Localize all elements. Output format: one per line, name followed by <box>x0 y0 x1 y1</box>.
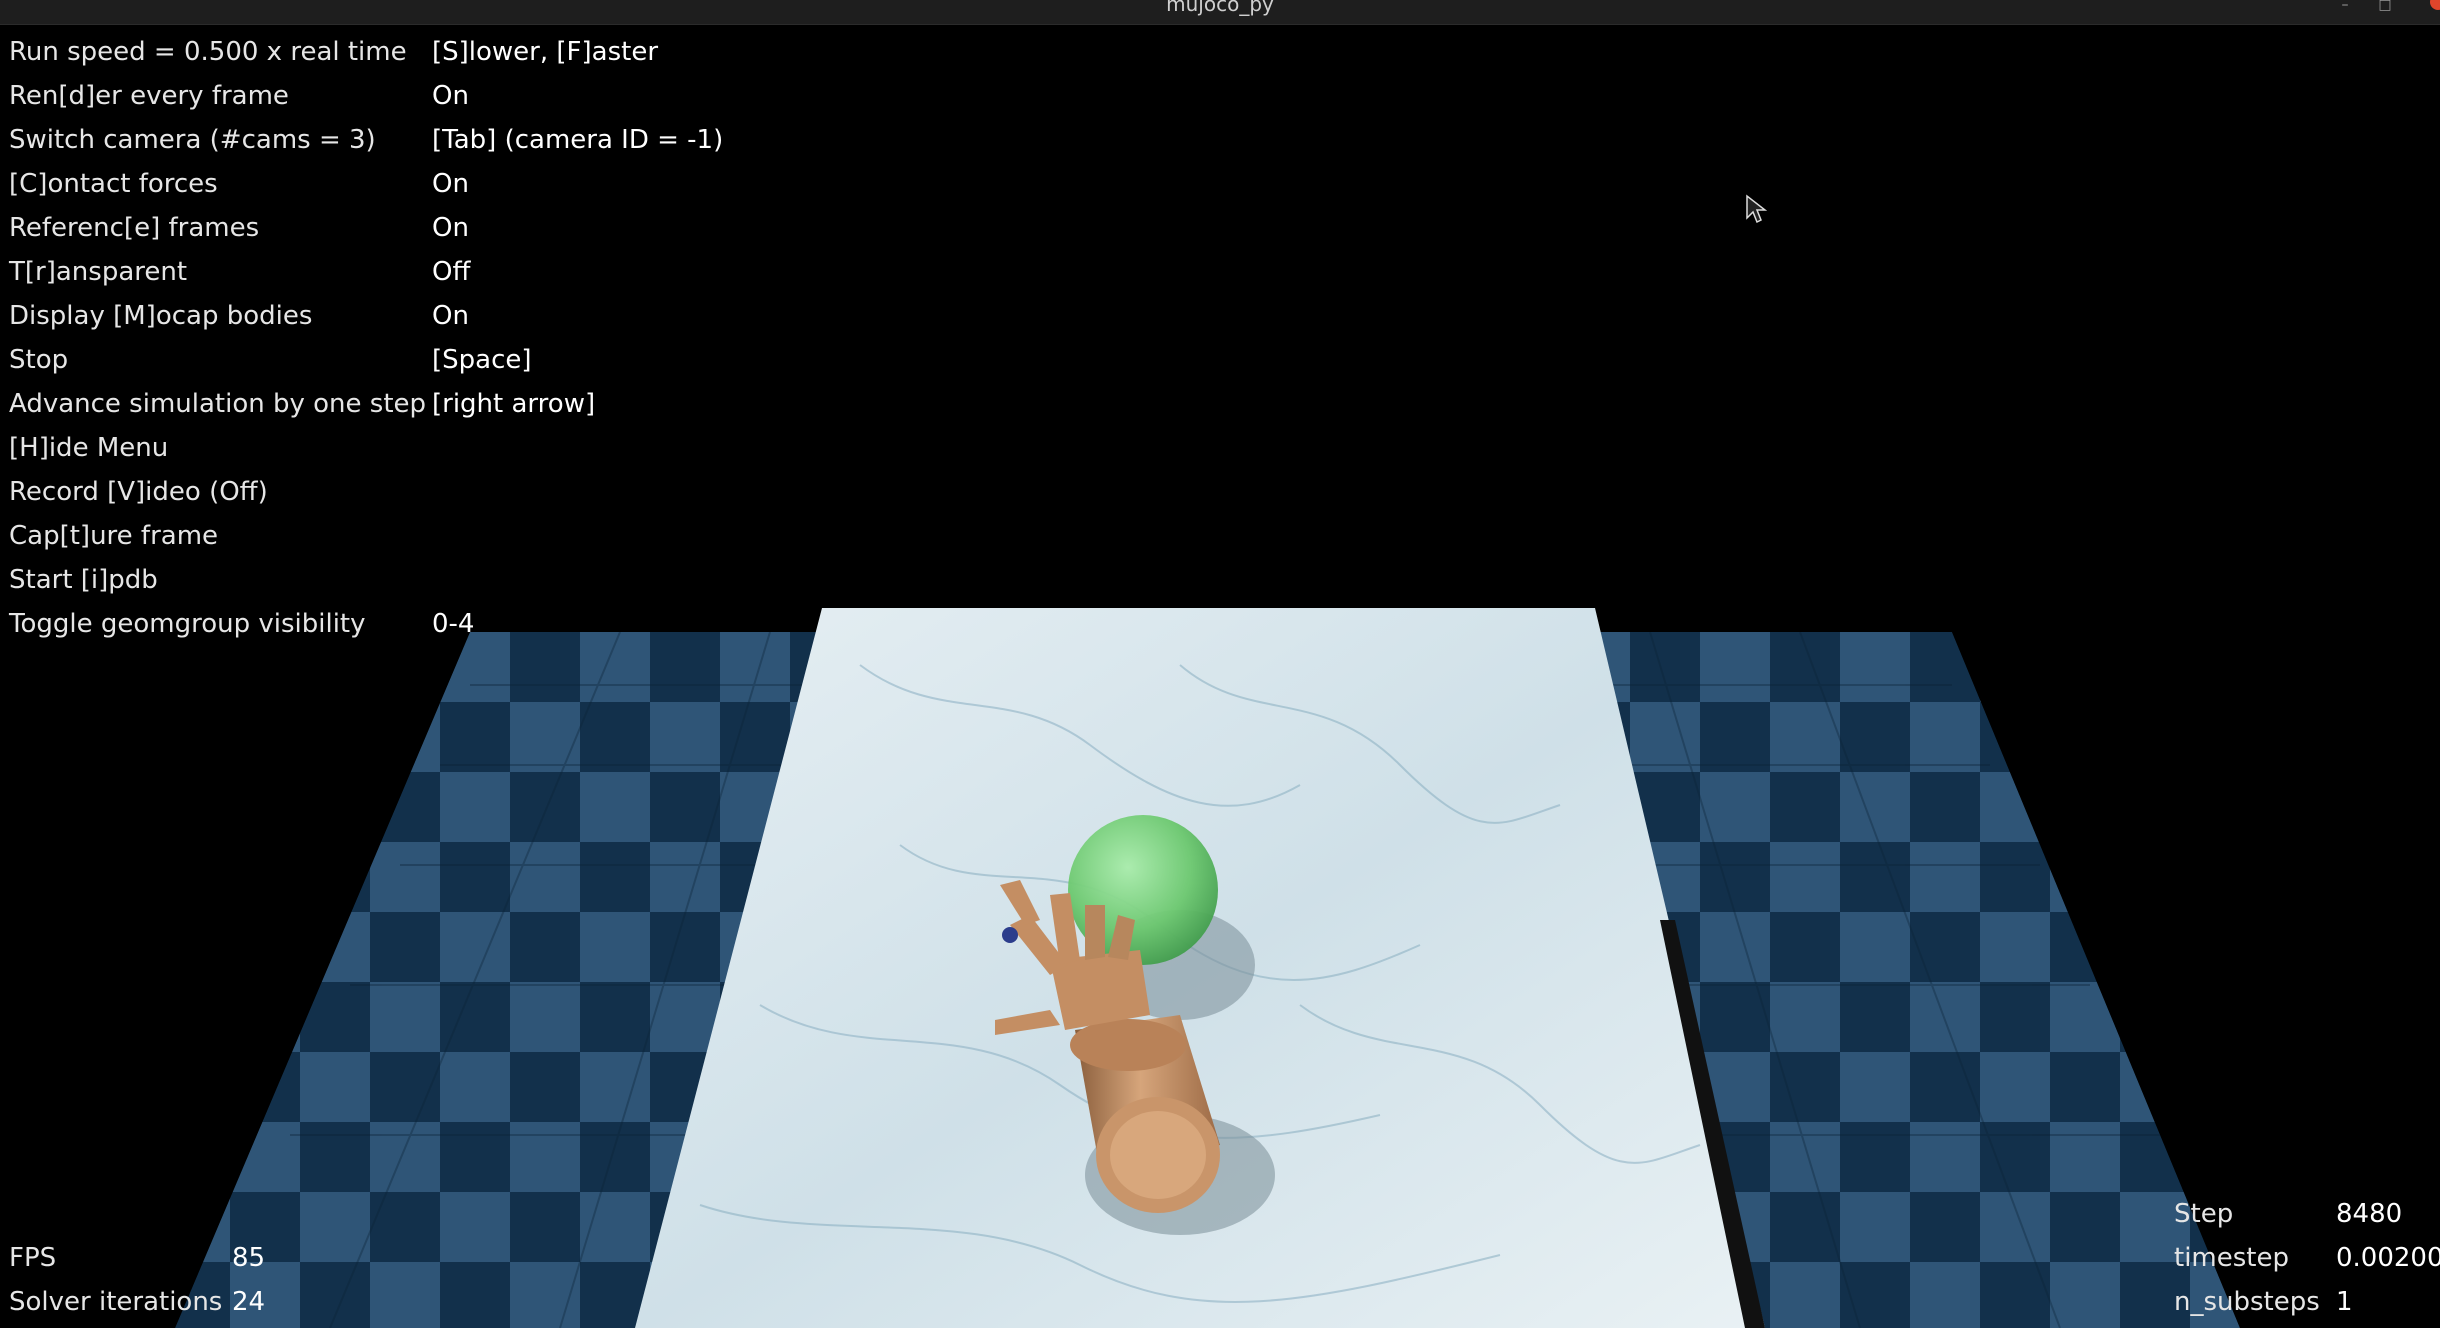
menu-key: [H]ide Menu <box>9 433 169 463</box>
minimize-icon[interactable]: – <box>2330 0 2360 20</box>
menu-key: Record [V]ideo (Off) <box>9 477 268 507</box>
solver-label: Solver iterations <box>9 1287 223 1317</box>
window-title: mujoco_py <box>1166 0 1274 16</box>
menu-value: Off <box>432 257 471 287</box>
step-value: 8480 <box>2336 1199 2403 1229</box>
menu-value: 0-4 <box>432 609 475 639</box>
fps-label: FPS <box>9 1243 57 1273</box>
menu-value: [Tab] (camera ID = -1) <box>432 125 724 155</box>
fps-value: 85 <box>232 1243 266 1273</box>
substeps-label: n_substeps <box>2174 1287 2320 1317</box>
menu-value: On <box>432 169 469 199</box>
menu-key: Cap[t]ure frame <box>9 521 219 551</box>
menu-value: On <box>432 213 469 243</box>
menu-key: Run speed = 0.500 x real time <box>9 37 407 67</box>
mujoco-viewer-window: mujoco_py – □ Run speed = 0.500 x real t… <box>0 0 2440 1328</box>
window-titlebar[interactable]: mujoco_py – □ <box>0 0 2440 25</box>
simulation-viewport[interactable] <box>0 25 2440 1328</box>
menu-key: Display [M]ocap bodies <box>9 301 313 331</box>
mouse-cursor-icon <box>1746 194 1767 224</box>
menu-key: Referenc[e] frames <box>9 213 260 243</box>
menu-key: T[r]ansparent <box>9 257 188 287</box>
step-label: Step <box>2174 1199 2234 1229</box>
maximize-icon[interactable]: □ <box>2370 0 2400 20</box>
menu-key: Start [i]pdb <box>9 565 158 595</box>
timestep-value: 0.00200 <box>2336 1243 2440 1273</box>
menu-key: Toggle geomgroup visibility <box>9 609 366 639</box>
substeps-value: 1 <box>2336 1287 2353 1317</box>
menu-key: Ren[d]er every frame <box>9 81 289 111</box>
menu-value: On <box>432 301 469 331</box>
menu-key: [C]ontact forces <box>9 169 218 199</box>
menu-key: Switch camera (#cams = 3) <box>9 125 376 155</box>
menu-key: Advance simulation by one step <box>9 389 427 419</box>
menu-key: Stop <box>9 345 69 375</box>
menu-value: [right arrow] <box>432 389 596 419</box>
solver-value: 24 <box>232 1287 266 1317</box>
menu-value: On <box>432 81 469 111</box>
timestep-label: timestep <box>2174 1243 2289 1273</box>
menu-value: [Space] <box>432 345 532 375</box>
menu-value: [S]lower, [F]aster <box>432 37 659 67</box>
